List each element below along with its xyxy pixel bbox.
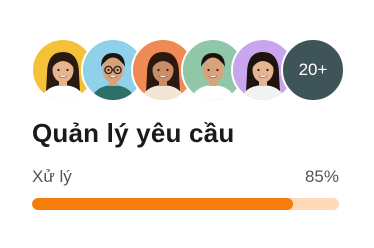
progress-label: Xử lý xyxy=(32,167,72,186)
progress-percentage: 85% xyxy=(304,167,339,186)
card-title: Quản lý yêu cầu xyxy=(32,118,235,148)
more-members-badge[interactable]: 20+ xyxy=(281,38,345,102)
progress-bar xyxy=(32,198,339,210)
request-management-card: 20+ Quản lý yêu cầu Xử lý 85% xyxy=(0,0,374,248)
progress-bar-fill xyxy=(32,198,293,210)
